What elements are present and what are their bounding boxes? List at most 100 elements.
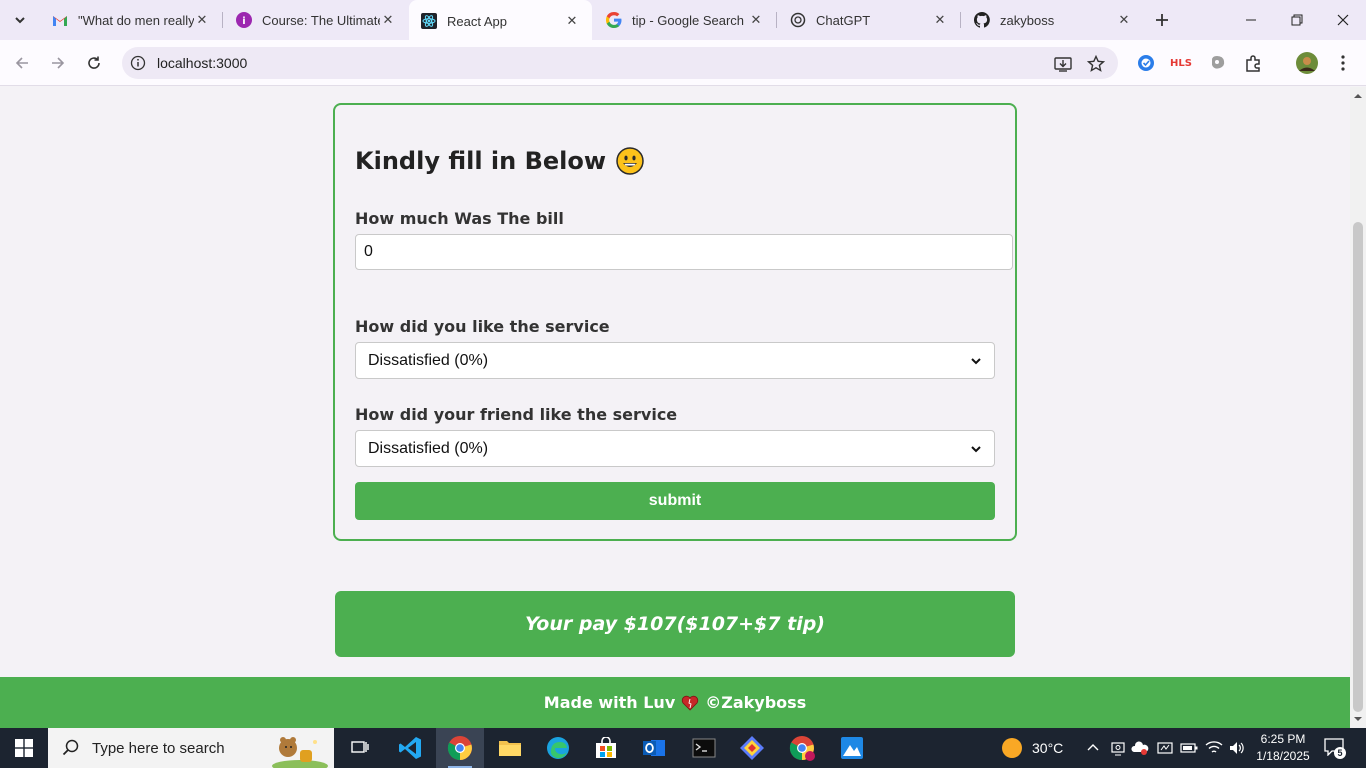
close-icon[interactable]: ✕ — [194, 12, 210, 28]
tab-google-search[interactable]: tip - Google Search ✕ — [594, 0, 776, 40]
volume-icon[interactable] — [1228, 740, 1246, 756]
course-icon: i — [236, 12, 252, 28]
close-icon — [1337, 14, 1349, 26]
close-icon[interactable]: ✕ — [380, 12, 396, 28]
reload-icon — [88, 56, 100, 69]
taskbar-terminal[interactable] — [680, 728, 728, 768]
meet-now-icon[interactable] — [1110, 740, 1126, 756]
footer-suffix: ©Zakyboss — [705, 693, 807, 712]
diamond-app-icon — [740, 736, 764, 760]
address-bar[interactable]: localhost:3000 — [122, 47, 1118, 79]
clock[interactable]: 6:25 PM 1/18/2025 — [1246, 731, 1320, 765]
browser-toolbar: localhost:3000 HLS — [0, 40, 1366, 86]
info-icon[interactable] — [130, 55, 146, 71]
tab-react-app[interactable]: React App ✕ — [409, 0, 592, 42]
vscode-icon — [399, 737, 421, 759]
submit-button[interactable]: submit — [355, 482, 995, 520]
arrow-right-icon — [52, 57, 65, 69]
battery-icon[interactable] — [1180, 741, 1198, 755]
windows-logo-icon — [15, 739, 33, 757]
taskbar-image-app[interactable] — [828, 728, 876, 768]
scroll-up-icon[interactable] — [1354, 92, 1362, 100]
hls-extension-icon[interactable]: HLS — [1170, 52, 1192, 74]
tab-title: Course: The Ultimate — [262, 12, 380, 28]
wifi-icon[interactable] — [1205, 740, 1223, 756]
close-window-button[interactable] — [1320, 0, 1366, 40]
grinning-face-icon — [616, 147, 644, 175]
forward-button[interactable] — [44, 49, 72, 77]
install-app-icon[interactable] — [1054, 55, 1072, 73]
page-viewport: Kindly fill in Below How much Was The bi… — [0, 87, 1350, 728]
temperature-text: 30°C — [1032, 740, 1064, 756]
search-icon — [62, 739, 79, 756]
search-placeholder: Type here to search — [92, 739, 225, 757]
start-button[interactable] — [0, 728, 48, 768]
reload-button[interactable] — [80, 49, 108, 77]
close-icon[interactable]: ✕ — [564, 13, 580, 29]
taskbar-store[interactable] — [582, 728, 630, 768]
google-icon — [606, 12, 622, 28]
task-view-button[interactable] — [336, 728, 384, 768]
tab-title: tip - Google Search — [632, 12, 745, 28]
terminal-icon — [692, 738, 716, 758]
chevron-down-icon — [971, 357, 981, 364]
scroll-down-icon[interactable] — [1354, 715, 1362, 723]
tab-gmail[interactable]: "What do men really ✕ — [40, 0, 222, 40]
taskbar-chrome[interactable] — [436, 728, 484, 768]
windows-taskbar: Type here to search 30°C 6:25 PM 1/18/20… — [0, 728, 1366, 768]
taskbar-edge[interactable] — [534, 728, 582, 768]
url-text[interactable]: localhost:3000 — [157, 55, 247, 71]
camera-icon[interactable] — [1157, 740, 1173, 756]
scroll-thumb[interactable] — [1353, 222, 1363, 712]
taskbar-vscode[interactable] — [386, 728, 434, 768]
bill-input[interactable] — [355, 234, 1013, 270]
profile-avatar[interactable] — [1296, 52, 1318, 74]
tab-chatgpt[interactable]: ChatGPT ✕ — [778, 0, 960, 40]
extensions-icon[interactable] — [1243, 52, 1265, 74]
bookmark-star-icon[interactable] — [1087, 55, 1105, 73]
taskbar-search-box[interactable]: Type here to search — [48, 728, 334, 768]
taskbar-git-tool[interactable] — [728, 728, 776, 768]
close-icon[interactable]: ✕ — [748, 12, 764, 28]
extension-puzzle-grey-icon[interactable] — [1207, 52, 1229, 74]
tab-separator — [960, 12, 961, 28]
weather-widget[interactable]: 30°C — [1002, 728, 1063, 768]
chrome-icon — [447, 736, 472, 761]
tab-course[interactable]: i Course: The Ultimate ✕ — [224, 0, 408, 40]
minimize-button[interactable] — [1228, 0, 1274, 40]
footer-prefix: Made with Luv — [543, 693, 676, 712]
service-select[interactable]: Dissatisfied (0%) — [355, 342, 995, 379]
taskbar-file-explorer[interactable] — [486, 728, 534, 768]
page-scrollbar[interactable] — [1350, 87, 1366, 728]
tab-title: React App — [447, 13, 507, 29]
tab-separator — [776, 12, 777, 28]
notification-center-button[interactable]: 5 — [1324, 738, 1346, 759]
gmail-icon — [52, 12, 68, 28]
sun-icon — [1002, 738, 1022, 758]
tab-search-button[interactable] — [6, 8, 34, 32]
tab-title: "What do men really — [78, 12, 194, 28]
new-tab-button[interactable] — [1150, 8, 1174, 32]
back-button[interactable] — [8, 49, 36, 77]
folder-icon — [499, 741, 521, 756]
onedrive-icon[interactable] — [1131, 740, 1149, 756]
close-icon[interactable]: ✕ — [1116, 12, 1132, 28]
taskbar-outlook[interactable] — [630, 728, 678, 768]
friend-label: How did your friend like the service — [355, 405, 678, 424]
friend-select-value: Dissatisfied (0%) — [368, 439, 489, 457]
chrome-profile-icon — [789, 736, 815, 761]
service-select-value: Dissatisfied (0%) — [368, 351, 489, 369]
restore-button[interactable] — [1274, 0, 1320, 40]
tray-chevron-up-icon[interactable] — [1086, 741, 1100, 755]
plus-icon — [1156, 14, 1168, 26]
extension-chat-icon[interactable] — [1135, 52, 1157, 74]
heading-text: Kindly fill in Below — [355, 147, 607, 175]
menu-kebab-icon[interactable] — [1332, 52, 1354, 74]
edge-icon — [547, 737, 569, 759]
close-icon[interactable]: ✕ — [932, 12, 948, 28]
svg-text:i: i — [242, 16, 245, 27]
arrow-left-icon — [15, 57, 28, 69]
friend-select[interactable]: Dissatisfied (0%) — [355, 430, 995, 467]
taskbar-chrome-profile[interactable] — [778, 728, 826, 768]
tab-github[interactable]: zakyboss ✕ — [962, 0, 1144, 40]
